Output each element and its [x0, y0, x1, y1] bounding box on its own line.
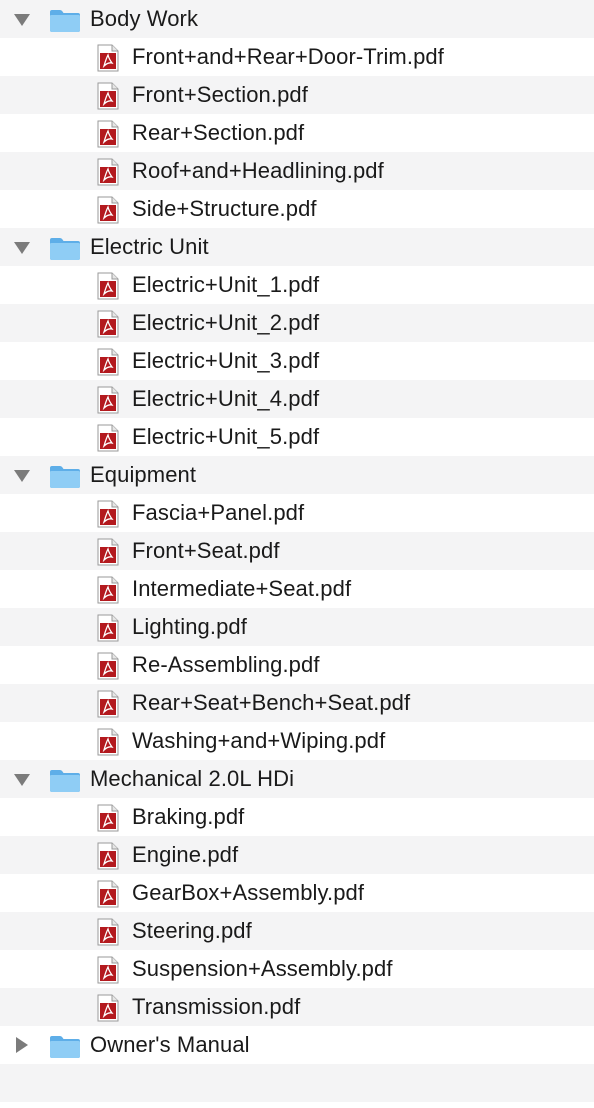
file-name: Electric+Unit_2.pdf — [132, 310, 320, 335]
file-name: Front+and+Rear+Door-Trim.pdf — [132, 44, 444, 69]
folder-row[interactable]: Body Work — [0, 0, 594, 38]
disclosure-triangle-down-icon[interactable] — [14, 470, 30, 482]
folder-name: Body Work — [90, 6, 199, 31]
file-row[interactable]: Front+and+Rear+Door-Trim.pdf — [0, 38, 594, 76]
pdf-file-icon — [96, 956, 120, 984]
file-name: Electric+Unit_4.pdf — [132, 386, 320, 411]
file-row[interactable]: Electric+Unit_4.pdf — [0, 380, 594, 418]
file-row[interactable]: Washing+and+Wiping.pdf — [0, 722, 594, 760]
file-name: Rear+Section.pdf — [132, 120, 305, 145]
file-row[interactable]: Electric+Unit_2.pdf — [0, 304, 594, 342]
file-row[interactable]: Lighting.pdf — [0, 608, 594, 646]
folder-row[interactable]: Owner's Manual — [0, 1026, 594, 1064]
folder-name: Electric Unit — [90, 234, 209, 259]
disclosure-triangle-right-icon[interactable] — [16, 1037, 28, 1053]
folder-name: Mechanical 2.0L HDi — [90, 766, 295, 791]
pdf-file-icon — [96, 728, 120, 756]
pdf-file-icon — [96, 690, 120, 718]
file-row[interactable]: Re-Assembling.pdf — [0, 646, 594, 684]
pdf-file-icon — [96, 500, 120, 528]
pdf-file-icon — [96, 82, 120, 110]
file-name: Electric+Unit_1.pdf — [132, 272, 320, 297]
file-name: Suspension+Assembly.pdf — [132, 956, 393, 981]
disclosure-triangle-down-icon[interactable] — [14, 774, 30, 786]
file-name: Engine.pdf — [132, 842, 239, 867]
pdf-file-icon — [96, 652, 120, 680]
pdf-file-icon — [96, 120, 120, 148]
file-name: Rear+Seat+Bench+Seat.pdf — [132, 690, 411, 715]
empty-row — [0, 1064, 594, 1102]
file-name: Electric+Unit_3.pdf — [132, 348, 320, 373]
folder-row[interactable]: Mechanical 2.0L HDi — [0, 760, 594, 798]
pdf-file-icon — [96, 386, 120, 414]
file-row[interactable]: Fascia+Panel.pdf — [0, 494, 594, 532]
pdf-file-icon — [96, 994, 120, 1022]
file-row[interactable]: Front+Section.pdf — [0, 76, 594, 114]
folder-icon — [49, 769, 81, 793]
file-row[interactable]: Electric+Unit_3.pdf — [0, 342, 594, 380]
file-name: Intermediate+Seat.pdf — [132, 576, 352, 601]
file-row[interactable]: Suspension+Assembly.pdf — [0, 950, 594, 988]
pdf-file-icon — [96, 538, 120, 566]
pdf-file-icon — [96, 804, 120, 832]
pdf-file-icon — [96, 158, 120, 186]
file-row[interactable]: Electric+Unit_5.pdf — [0, 418, 594, 456]
file-name: Braking.pdf — [132, 804, 245, 829]
folder-row[interactable]: Equipment — [0, 456, 594, 494]
disclosure-triangle-down-icon[interactable] — [14, 14, 30, 26]
pdf-file-icon — [96, 842, 120, 870]
file-row[interactable]: Roof+and+Headlining.pdf — [0, 152, 594, 190]
file-row[interactable]: Transmission.pdf — [0, 988, 594, 1026]
file-name: Re-Assembling.pdf — [132, 652, 320, 677]
file-name: Front+Section.pdf — [132, 82, 308, 107]
file-name: Transmission.pdf — [132, 994, 301, 1019]
pdf-file-icon — [96, 44, 120, 72]
file-row[interactable]: GearBox+Assembly.pdf — [0, 874, 594, 912]
file-row[interactable]: Braking.pdf — [0, 798, 594, 836]
file-row[interactable]: Steering.pdf — [0, 912, 594, 950]
pdf-file-icon — [96, 918, 120, 946]
pdf-file-icon — [96, 310, 120, 338]
folder-icon — [49, 465, 81, 489]
file-list: Body Work Front+and+Rear+Door-Trim.pdf F… — [0, 0, 594, 1108]
file-name: Electric+Unit_5.pdf — [132, 424, 320, 449]
file-name: Front+Seat.pdf — [132, 538, 280, 563]
file-row[interactable]: Front+Seat.pdf — [0, 532, 594, 570]
file-row[interactable]: Side+Structure.pdf — [0, 190, 594, 228]
file-name: Roof+and+Headlining.pdf — [132, 158, 384, 183]
file-row[interactable]: Rear+Section.pdf — [0, 114, 594, 152]
pdf-file-icon — [96, 614, 120, 642]
folder-name: Equipment — [90, 462, 197, 487]
file-name: GearBox+Assembly.pdf — [132, 880, 365, 905]
file-row[interactable]: Intermediate+Seat.pdf — [0, 570, 594, 608]
folder-name: Owner's Manual — [90, 1032, 250, 1057]
folder-row[interactable]: Electric Unit — [0, 228, 594, 266]
file-name: Steering.pdf — [132, 918, 252, 943]
file-name: Washing+and+Wiping.pdf — [132, 728, 386, 753]
pdf-file-icon — [96, 880, 120, 908]
pdf-file-icon — [96, 576, 120, 604]
file-row[interactable]: Engine.pdf — [0, 836, 594, 874]
file-name: Lighting.pdf — [132, 614, 247, 639]
file-name: Fascia+Panel.pdf — [132, 500, 305, 525]
folder-icon — [49, 9, 81, 33]
pdf-file-icon — [96, 424, 120, 452]
folder-icon — [49, 1035, 81, 1059]
disclosure-triangle-down-icon[interactable] — [14, 242, 30, 254]
pdf-file-icon — [96, 272, 120, 300]
file-row[interactable]: Electric+Unit_1.pdf — [0, 266, 594, 304]
folder-icon — [49, 237, 81, 261]
file-row[interactable]: Rear+Seat+Bench+Seat.pdf — [0, 684, 594, 722]
file-name: Side+Structure.pdf — [132, 196, 317, 221]
pdf-file-icon — [96, 348, 120, 376]
pdf-file-icon — [96, 196, 120, 224]
